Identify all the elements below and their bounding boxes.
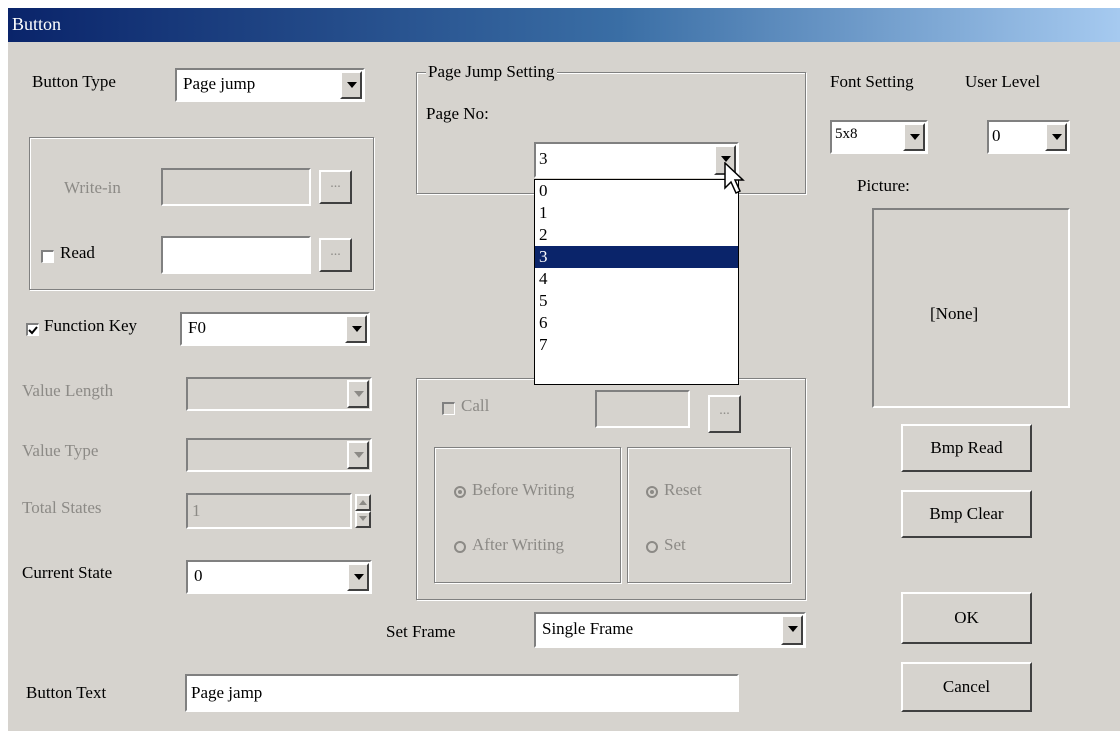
value-length-select xyxy=(186,377,372,411)
button-text-input[interactable]: Page jamp xyxy=(185,674,739,712)
cancel-button[interactable]: Cancel xyxy=(901,662,1032,712)
button-type-label: Button Type xyxy=(32,72,116,91)
page-no-option[interactable]: 7 xyxy=(535,334,738,356)
after-writing-label: After Writing xyxy=(472,535,565,554)
before-writing-label: Before Writing xyxy=(472,480,575,499)
total-states-label: Total States xyxy=(22,498,102,517)
chevron-down-icon[interactable] xyxy=(347,563,369,591)
page-no-option[interactable]: 0 xyxy=(535,180,738,202)
read-browse-button[interactable]: ... xyxy=(319,238,352,272)
font-setting-label: Font Setting xyxy=(830,72,914,91)
set-radio xyxy=(646,541,658,553)
call-field xyxy=(595,390,690,428)
current-state-label: Current State xyxy=(22,563,113,582)
chevron-down-icon[interactable] xyxy=(903,123,925,151)
read-label: Read xyxy=(60,243,95,262)
button-dialog: Button Button Type Page jump Write-in ..… xyxy=(8,8,1120,731)
reset-label: Reset xyxy=(664,480,702,499)
call-label: Call xyxy=(461,396,490,415)
write-timing-group xyxy=(434,447,621,583)
call-checkbox xyxy=(442,402,455,415)
set-frame-label: Set Frame xyxy=(386,622,456,641)
chevron-down-icon[interactable] xyxy=(781,615,803,645)
call-browse-button: ... xyxy=(708,395,741,433)
button-type-value: Page jump xyxy=(183,74,256,93)
chevron-down-icon xyxy=(347,380,369,408)
set-label: Set xyxy=(664,535,686,554)
bmp-clear-button[interactable]: Bmp Clear xyxy=(901,490,1032,538)
user-level-value: 0 xyxy=(992,126,1001,145)
ok-button[interactable]: OK xyxy=(901,592,1032,644)
set-frame-value: Single Frame xyxy=(542,619,634,638)
page-no-option[interactable]: 4 xyxy=(535,268,738,290)
function-key-select[interactable]: F0 xyxy=(180,312,370,346)
before-writing-radio xyxy=(454,486,466,498)
chevron-down-icon[interactable] xyxy=(345,315,367,343)
function-key-label: Function Key xyxy=(44,316,138,335)
reset-radio xyxy=(646,486,658,498)
value-length-label: Value Length xyxy=(22,381,114,400)
chevron-down-icon xyxy=(347,441,369,469)
value-type-label: Value Type xyxy=(22,441,99,460)
current-state-value: 0 xyxy=(194,566,203,585)
spin-up-icon xyxy=(359,500,367,505)
read-checkbox[interactable] xyxy=(41,250,54,263)
current-state-select[interactable]: 0 xyxy=(186,560,372,594)
write-in-label: Write-in xyxy=(64,178,121,197)
spin-down-icon xyxy=(359,516,367,521)
picture-label: Picture: xyxy=(857,176,910,195)
window-title: Button xyxy=(12,14,62,34)
page-no-option[interactable]: 5 xyxy=(535,290,738,312)
reset-set-group xyxy=(627,447,791,583)
set-frame-select[interactable]: Single Frame xyxy=(534,612,806,648)
write-in-browse-button: ... xyxy=(319,170,352,204)
function-key-checkbox[interactable] xyxy=(26,323,39,336)
page-no-option[interactable]: 2 xyxy=(535,224,738,246)
font-setting-value: 5x8 xyxy=(835,126,858,142)
page-no-option[interactable]: 1 xyxy=(535,202,738,224)
chevron-down-icon[interactable] xyxy=(1045,123,1067,151)
button-type-select[interactable]: Page jump xyxy=(175,68,365,102)
total-states-field: 1 xyxy=(186,493,352,529)
function-key-value: F0 xyxy=(188,318,206,337)
page-no-label: Page No: xyxy=(426,104,489,123)
page-no-dropdown-list[interactable]: 01234567 xyxy=(534,179,739,385)
write-in-field xyxy=(161,168,311,206)
button-text-value: Page jamp xyxy=(191,683,263,702)
bmp-read-button[interactable]: Bmp Read xyxy=(901,424,1032,472)
page-no-option[interactable]: 3 xyxy=(535,246,738,268)
button-text-label: Button Text xyxy=(26,683,107,702)
spin-up-button xyxy=(355,494,371,511)
user-level-label: User Level xyxy=(965,72,1041,91)
picture-preview[interactable]: [None] xyxy=(872,208,1070,408)
read-field[interactable] xyxy=(161,236,311,274)
total-states-value: 1 xyxy=(192,501,201,520)
title-bar[interactable]: Button xyxy=(8,8,1120,42)
after-writing-radio xyxy=(454,541,466,553)
page-no-select[interactable]: 3 xyxy=(534,142,739,178)
font-setting-select[interactable]: 5x8 xyxy=(830,120,928,154)
page-no-option[interactable]: 6 xyxy=(535,312,738,334)
picture-placeholder: [None] xyxy=(930,304,979,323)
spin-down-button xyxy=(355,511,371,528)
chevron-down-icon[interactable] xyxy=(340,71,362,99)
page-jump-legend: Page Jump Setting xyxy=(426,62,557,82)
page-no-value: 3 xyxy=(539,149,548,168)
value-type-select xyxy=(186,438,372,472)
user-level-select[interactable]: 0 xyxy=(987,120,1070,154)
mouse-cursor-icon xyxy=(724,162,745,195)
